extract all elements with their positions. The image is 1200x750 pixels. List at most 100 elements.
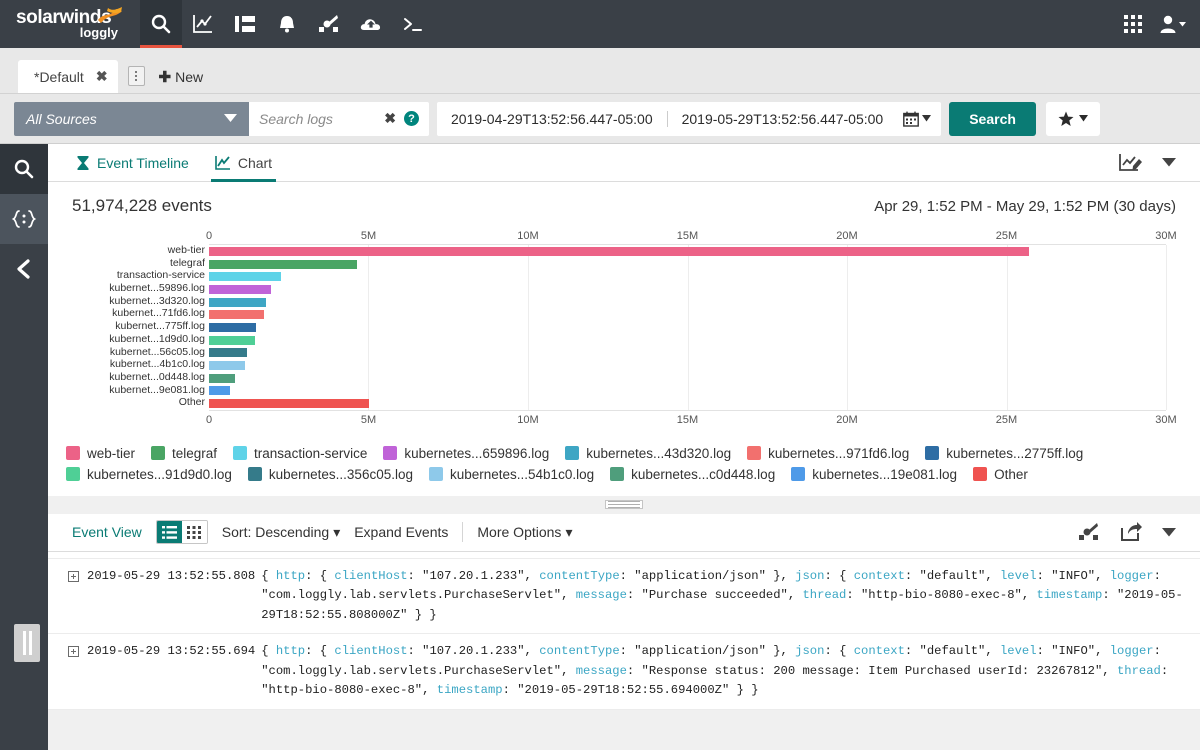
source-setup-button[interactable] (1078, 522, 1100, 542)
event-options-caret[interactable] (1162, 528, 1176, 537)
top-navigation-bar: solarwinds loggly (0, 0, 1200, 48)
legend-item[interactable]: telegraf (151, 446, 217, 461)
bar-row[interactable] (209, 270, 1166, 283)
chart-options-caret[interactable] (1162, 158, 1176, 167)
rail-json-fields-button[interactable] (0, 194, 48, 244)
nav-search-icon-button[interactable] (140, 0, 182, 48)
nav-terminal-icon-button[interactable] (392, 0, 434, 48)
rail-collapse-button[interactable] (0, 244, 48, 294)
expand-events-button[interactable]: Expand Events (354, 524, 448, 540)
bar[interactable] (209, 272, 281, 281)
bar[interactable] (209, 386, 230, 395)
nav-cloud-icon-button[interactable] (350, 0, 392, 48)
tab-default[interactable]: *Default ✖ (18, 60, 118, 93)
bar-row[interactable] (209, 359, 1166, 372)
x-axis-tick: 15M (677, 230, 698, 242)
legend-item[interactable]: Other (973, 467, 1028, 482)
sources-dropdown[interactable]: All Sources (14, 102, 249, 136)
nav-right-group (1124, 0, 1200, 48)
bar[interactable] (209, 336, 255, 345)
grid-view-button[interactable] (182, 521, 207, 543)
search-help-icon[interactable]: ? (404, 111, 419, 126)
bar-row[interactable] (209, 372, 1166, 385)
event-view-title[interactable]: Event View (72, 524, 142, 540)
rail-search-button[interactable] (0, 144, 48, 194)
y-axis-label: kubernet...0d448.log (72, 371, 205, 384)
x-axis-tick: 5M (361, 230, 376, 242)
search-button[interactable]: Search (949, 102, 1036, 136)
log-event-row[interactable]: 2019-05-29 13:52:55.694{ http: { clientH… (48, 634, 1200, 710)
bar[interactable] (209, 348, 247, 357)
json-value: : "Purchase succeeded", (627, 588, 803, 602)
tab-close-icon[interactable]: ✖ (96, 68, 108, 85)
brand-logo[interactable]: solarwinds loggly (0, 0, 140, 48)
nav-source-setup-icon-button[interactable] (308, 0, 350, 48)
chart-edit-icon (1118, 152, 1144, 174)
legend-item[interactable]: transaction-service (233, 446, 367, 461)
list-view-button[interactable] (157, 521, 182, 543)
bar-row[interactable] (209, 283, 1166, 296)
search-input[interactable]: Search logs (259, 111, 376, 127)
bar-row[interactable] (209, 321, 1166, 334)
bar-row[interactable] (209, 347, 1166, 360)
bar[interactable] (209, 399, 369, 408)
y-axis-label: web-tier (72, 244, 205, 257)
tab-chart[interactable]: Chart (211, 144, 276, 182)
legend-item[interactable]: web-tier (66, 446, 135, 461)
sort-dropdown[interactable]: Sort: Descending ▾ (222, 524, 340, 541)
bar-row[interactable] (209, 385, 1166, 398)
tab-event-timeline[interactable]: Event Timeline (72, 144, 193, 182)
user-account-button[interactable] (1158, 14, 1186, 34)
sort-label: Sort: Descending (222, 524, 329, 540)
bar[interactable] (209, 298, 266, 307)
bar-row[interactable] (209, 245, 1166, 258)
bar-row[interactable] (209, 296, 1166, 309)
calendar-picker-button[interactable] (903, 111, 931, 127)
bar[interactable] (209, 247, 1029, 256)
apps-grid-button[interactable] (1124, 15, 1142, 33)
legend-item[interactable]: kubernetes...356c05.log (248, 467, 413, 482)
legend-item[interactable]: kubernetes...19e081.log (791, 467, 957, 482)
nav-alerts-icon-button[interactable] (266, 0, 308, 48)
rail-drag-handle[interactable] (14, 624, 40, 662)
legend-item[interactable]: kubernetes...659896.log (383, 446, 549, 461)
legend-item[interactable]: kubernetes...971fd6.log (747, 446, 909, 461)
json-key: clientHost (334, 644, 407, 658)
expand-row-icon[interactable] (68, 646, 79, 657)
bar-row[interactable] (209, 258, 1166, 271)
clear-search-icon[interactable]: ✖ (384, 110, 396, 127)
terminal-icon (402, 14, 424, 34)
bar-row[interactable] (209, 334, 1166, 347)
date-to-field[interactable]: 2019-05-29T13:52:56.447-05:00 (667, 111, 898, 127)
date-from-field[interactable]: 2019-04-29T13:52:56.447-05:00 (437, 111, 667, 127)
nav-panels-icon-button[interactable] (224, 0, 266, 48)
tab-chart-label: Chart (238, 155, 272, 171)
log-event-row[interactable]: 2019-05-29 13:52:55.808{ http: { clientH… (48, 558, 1200, 635)
bar[interactable] (209, 361, 245, 370)
saved-searches-button[interactable] (1046, 102, 1100, 136)
bar[interactable] (209, 310, 264, 319)
bar-row[interactable] (209, 397, 1166, 410)
bar[interactable] (209, 260, 357, 269)
tab-options-menu-button[interactable] (128, 66, 145, 86)
json-key: thread (1117, 664, 1161, 678)
share-button[interactable] (1120, 522, 1142, 542)
expand-row-icon[interactable] (68, 571, 79, 582)
panel-resize-handle[interactable] (48, 496, 1200, 514)
legend-item[interactable]: kubernetes...c0d448.log (610, 467, 775, 482)
bar[interactable] (209, 285, 271, 294)
bar-row[interactable] (209, 308, 1166, 321)
legend-item[interactable]: kubernetes...91d9d0.log (66, 467, 232, 482)
nav-chart-icon-button[interactable] (182, 0, 224, 48)
apps-grid-icon (1124, 15, 1142, 33)
new-tab-button[interactable]: ✚ New (159, 68, 204, 86)
edit-chart-button[interactable] (1118, 152, 1144, 174)
legend-label: Other (994, 467, 1028, 482)
bar[interactable] (209, 323, 256, 332)
bar[interactable] (209, 374, 235, 383)
more-options-dropdown[interactable]: More Options ▾ (477, 524, 572, 541)
legend-item[interactable]: kubernetes...54b1c0.log (429, 467, 594, 482)
legend-item[interactable]: kubernetes...43d320.log (565, 446, 731, 461)
legend-item[interactable]: kubernetes...2775ff.log (925, 446, 1083, 461)
search-input-wrapper[interactable]: Search logs ✖ ? (249, 102, 429, 136)
